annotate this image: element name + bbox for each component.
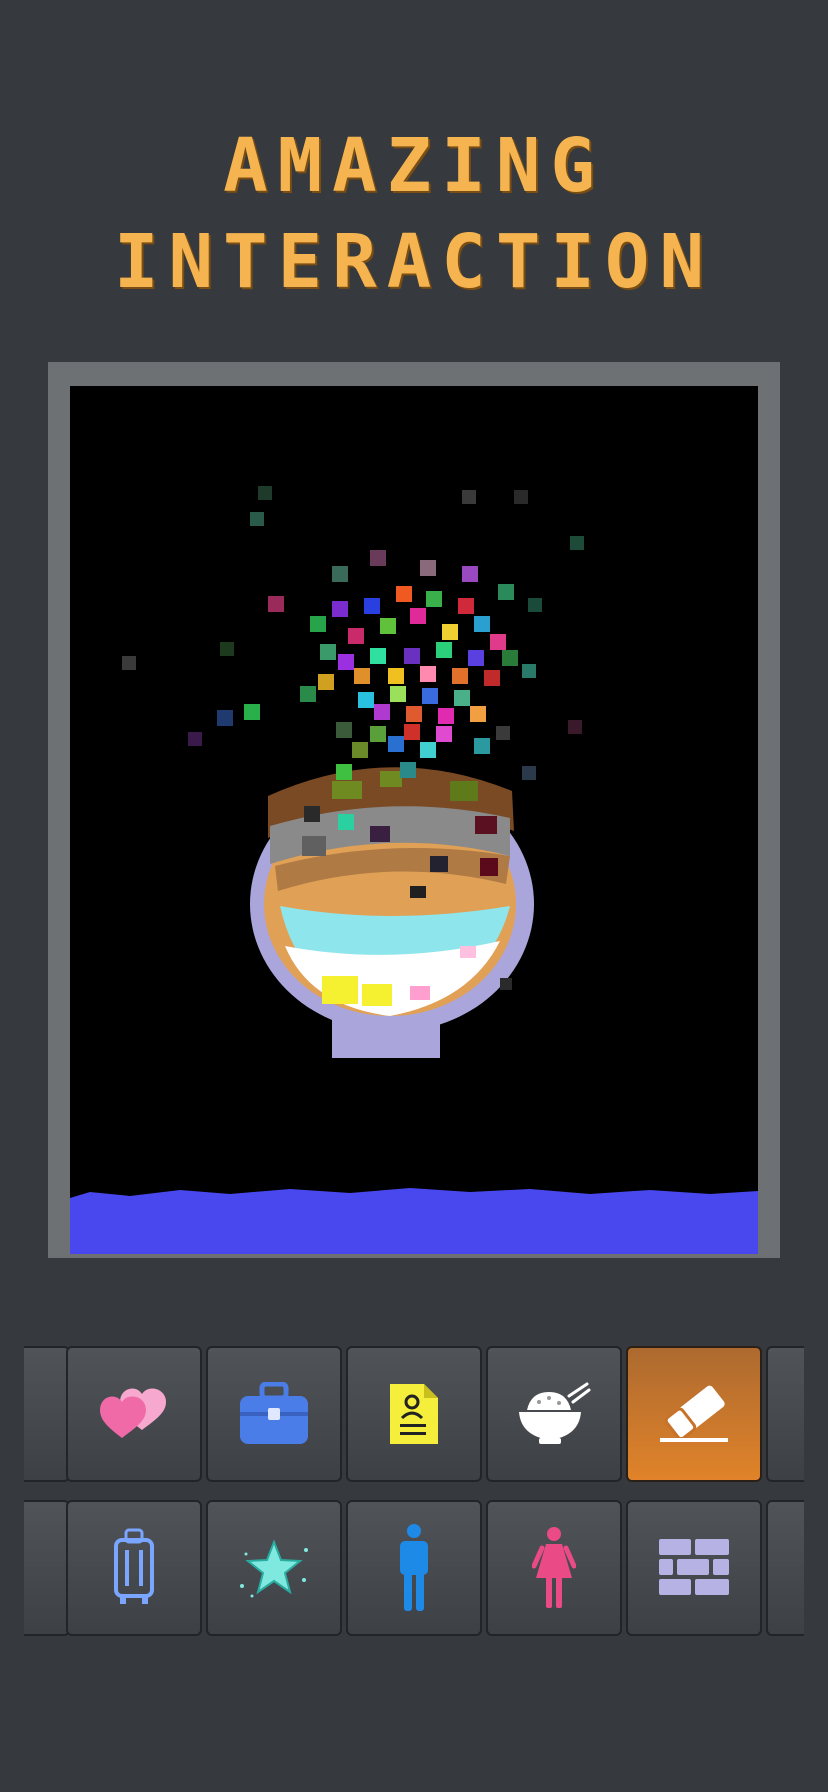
star-tool[interactable] (206, 1500, 342, 1636)
brick-wall-tool[interactable] (626, 1500, 762, 1636)
briefcase-tool[interactable] (206, 1346, 342, 1482)
eraser-tool[interactable] (626, 1346, 762, 1482)
woman-tool[interactable] (486, 1500, 622, 1636)
briefcase-icon (240, 1382, 308, 1444)
id-document-icon (390, 1384, 438, 1444)
rice-bowl-icon (519, 1382, 591, 1444)
man-icon (400, 1524, 428, 1611)
headline: AMAZING INTERACTION (0, 118, 828, 310)
tool-partial-left[interactable] (24, 1346, 70, 1482)
suitcase-tool[interactable] (66, 1500, 202, 1636)
water-layer (70, 1188, 758, 1254)
brick-wall-icon (659, 1539, 729, 1595)
tool-partial-right[interactable] (766, 1346, 804, 1482)
headline-line-1: AMAZING (223, 123, 605, 209)
suitcase-icon (114, 1528, 154, 1604)
rice-bowl-tool[interactable] (486, 1346, 622, 1482)
sandbox-frame (48, 362, 780, 1258)
eraser-icon (660, 1385, 728, 1442)
hearts-icon (100, 1388, 166, 1438)
tool-row-1 (24, 1346, 804, 1484)
tool-partial-left[interactable] (24, 1500, 70, 1636)
sandbox-canvas[interactable] (70, 386, 758, 1254)
tool-row-2 (24, 1500, 804, 1638)
tool-partial-right[interactable] (766, 1500, 804, 1636)
bowl-contents (264, 767, 516, 1016)
document-tool[interactable] (346, 1346, 482, 1482)
sandbox-scene (70, 486, 758, 1254)
woman-icon (532, 1527, 576, 1608)
bowl-foot (332, 1016, 440, 1058)
sparkle-star-icon (240, 1539, 308, 1598)
headline-line-2: INTERACTION (113, 219, 715, 305)
man-tool[interactable] (346, 1500, 482, 1636)
hearts-tool[interactable] (66, 1346, 202, 1482)
